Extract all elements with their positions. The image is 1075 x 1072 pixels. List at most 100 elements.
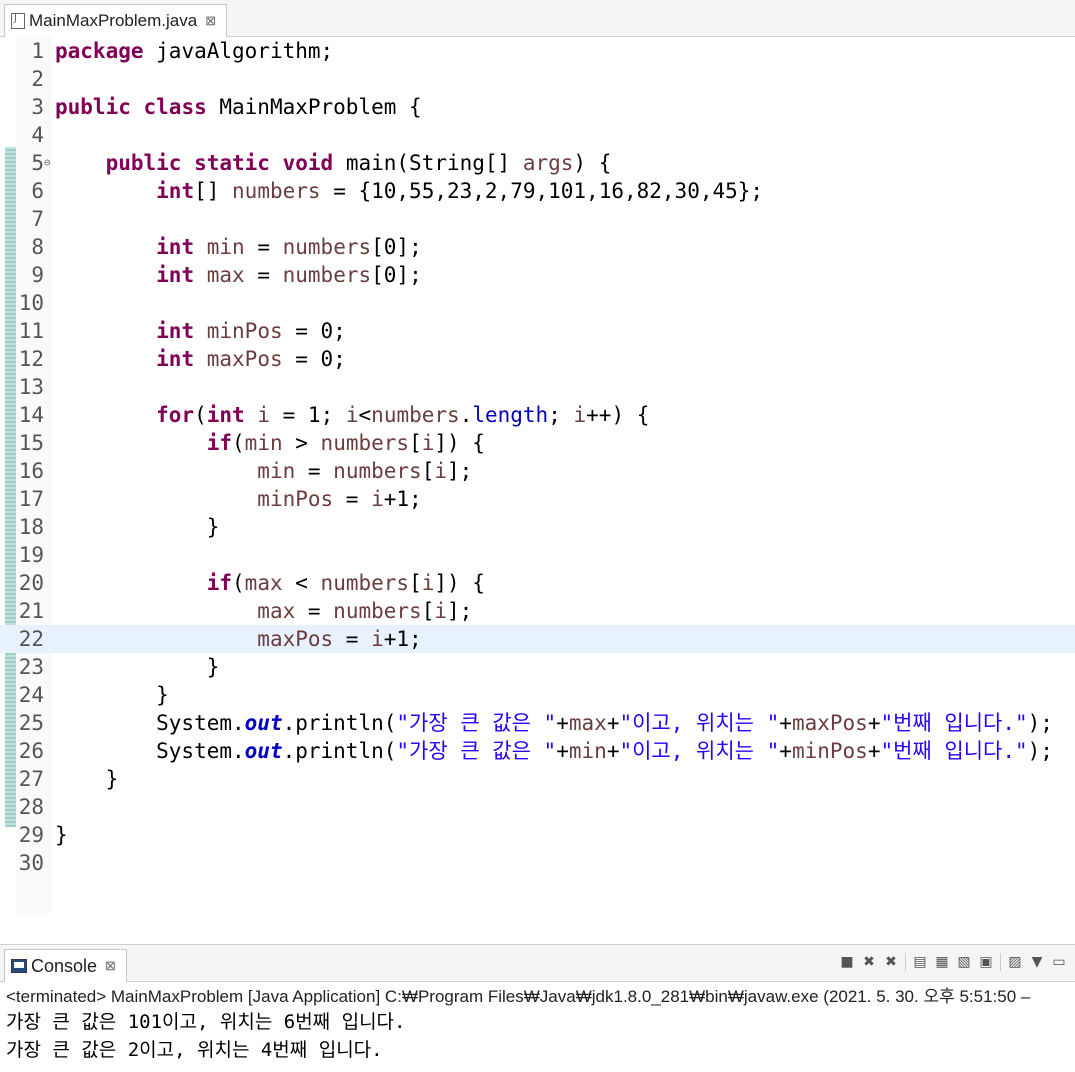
console-tab-title: Console xyxy=(31,955,98,976)
line-number: 1 xyxy=(31,39,44,63)
code-line[interactable]: 29} xyxy=(0,821,1075,849)
console-output-line: 가장 큰 값은 101이고, 위치는 6번째 입니다. xyxy=(6,1011,406,1033)
line-number: 26 xyxy=(18,739,44,763)
code-line[interactable]: 20 if(max < numbers[i]) { xyxy=(0,569,1075,597)
toolbar-separator xyxy=(905,953,906,971)
code-line[interactable]: 6 int[] numbers = {10,55,23,2,79,101,16,… xyxy=(0,177,1075,205)
code-text: maxPos = i+1; xyxy=(257,627,422,651)
line-number: 27 xyxy=(18,767,44,791)
code-line[interactable]: 25 System.out.println("가장 큰 값은 "+max+"이고… xyxy=(0,709,1075,737)
line-number: 29 xyxy=(18,823,44,847)
code-text: } xyxy=(55,767,119,791)
console-tab[interactable]: Console ⊠ xyxy=(4,949,127,982)
pin-icon[interactable]: ▧ xyxy=(956,954,972,970)
console-tab-bar: Console ⊠ ■ ✖ ✖ ▤ ▦ ▧ ▣ ▨ ▼ ▭ xyxy=(0,944,1075,982)
editor-tab[interactable]: MainMaxProblem.java ⊠ xyxy=(4,4,228,37)
code-line[interactable]: 7 xyxy=(0,205,1075,233)
code-line[interactable]: 24 } xyxy=(0,681,1075,709)
toolbar-separator xyxy=(1000,953,1001,971)
open-console-icon[interactable]: ▨ xyxy=(1007,954,1023,970)
code-text: public class MainMaxProblem { xyxy=(55,95,422,119)
line-number: 10 xyxy=(18,291,44,315)
line-number: 18 xyxy=(18,515,44,539)
code-text: if(max < numbers[i]) { xyxy=(206,571,485,595)
line-number: 23 xyxy=(18,655,44,679)
code-line[interactable]: 9 int max = numbers[0]; xyxy=(0,261,1075,289)
code-line[interactable]: 8 int min = numbers[0]; xyxy=(0,233,1075,261)
code-text: } xyxy=(55,655,220,679)
line-number: 22 xyxy=(18,627,44,651)
code-text: if(min > numbers[i]) { xyxy=(206,431,485,455)
line-number: 16 xyxy=(18,459,44,483)
code-line[interactable]: 4 xyxy=(0,121,1075,149)
code-text: public static void main(String[] args) { xyxy=(105,151,612,175)
fold-collapse-icon[interactable]: ⊖ xyxy=(44,149,51,177)
code-editor[interactable]: 1 package javaAlgorithm; 2 3 public class Ma… xyxy=(0,37,1075,977)
code-line[interactable]: 22 maxPos = i+1; xyxy=(0,625,1075,653)
line-number: 12 xyxy=(18,347,44,371)
stop-icon[interactable]: ■ xyxy=(839,954,855,970)
view-menu-icon[interactable]: ▼ xyxy=(1029,954,1045,970)
line-number: 5 xyxy=(31,151,44,175)
console-output-line: 가장 큰 값은 2이고, 위치는 4번째 입니다. xyxy=(6,1039,383,1061)
code-text: int maxPos = 0; xyxy=(156,347,346,371)
code-line[interactable]: 16 min = numbers[i]; xyxy=(0,457,1075,485)
display-selected-icon[interactable]: ▣ xyxy=(978,954,994,970)
editor-tab-title: MainMaxProblem.java xyxy=(29,11,198,30)
code-line[interactable]: 13 xyxy=(0,373,1075,401)
code-line[interactable]: 14 for(int i = 1; i<numbers.length; i++)… xyxy=(0,401,1075,429)
word-wrap-icon[interactable]: ▦ xyxy=(934,954,950,970)
console-icon xyxy=(11,959,27,973)
line-number: 25 xyxy=(18,711,44,735)
code-text: } xyxy=(55,515,220,539)
code-text: int min = numbers[0]; xyxy=(156,235,422,259)
line-number: 17 xyxy=(18,487,44,511)
code-line[interactable]: 1 package javaAlgorithm; xyxy=(0,37,1075,65)
line-number: 20 xyxy=(18,571,44,595)
close-icon[interactable]: ⊠ xyxy=(205,13,216,29)
line-number: 9 xyxy=(31,263,44,287)
line-number: 19 xyxy=(18,543,44,567)
line-number: 2 xyxy=(31,67,44,91)
java-file-icon xyxy=(11,13,25,29)
line-number: 4 xyxy=(31,123,44,147)
minimize-icon[interactable]: ▭ xyxy=(1051,954,1067,970)
line-number: 6 xyxy=(31,179,44,203)
code-line[interactable]: 11 int minPos = 0; xyxy=(0,317,1075,345)
code-text: package javaAlgorithm; xyxy=(55,39,334,63)
remove-launch-icon[interactable]: ✖ xyxy=(861,954,877,970)
code-line[interactable]: 23 } xyxy=(0,653,1075,681)
code-line[interactable]: 18 } xyxy=(0,513,1075,541)
code-line[interactable]: 5 ⊖ public static void main(String[] args… xyxy=(0,149,1075,177)
code-text: System.out.println("가장 큰 값은 "+max+"이고, 위… xyxy=(55,711,1053,735)
code-line[interactable]: 12 int maxPos = 0; xyxy=(0,345,1075,373)
line-number: 11 xyxy=(18,319,44,343)
remove-all-icon[interactable]: ✖ xyxy=(883,954,899,970)
code-line[interactable]: 2 xyxy=(0,65,1075,93)
code-line[interactable]: 21 max = numbers[i]; xyxy=(0,597,1075,625)
line-number: 28 xyxy=(18,795,44,819)
code-text: for(int i = 1; i<numbers.length; i++) { xyxy=(156,403,650,427)
line-number: 14 xyxy=(18,403,44,427)
code-line[interactable]: 26 System.out.println("가장 큰 값은 "+min+"이고… xyxy=(0,737,1075,765)
code-line[interactable]: 15 if(min > numbers[i]) { xyxy=(0,429,1075,457)
close-icon[interactable]: ⊠ xyxy=(105,958,116,974)
scroll-lock-icon[interactable]: ▤ xyxy=(912,954,928,970)
code-text: int max = numbers[0]; xyxy=(156,263,422,287)
code-line[interactable]: 17 minPos = i+1; xyxy=(0,485,1075,513)
line-number: 13 xyxy=(18,375,44,399)
code-line[interactable]: 3 public class MainMaxProblem { xyxy=(0,93,1075,121)
code-line[interactable]: 28 xyxy=(0,793,1075,821)
code-text: max = numbers[i]; xyxy=(257,599,473,623)
console-status-line: <terminated> MainMaxProblem [Java Applic… xyxy=(6,987,1031,1006)
line-number: 21 xyxy=(18,599,44,623)
line-number: 3 xyxy=(31,95,44,119)
code-text: System.out.println("가장 큰 값은 "+min+"이고, 위… xyxy=(55,739,1053,763)
code-text: } xyxy=(55,823,68,847)
code-line[interactable]: 27 } xyxy=(0,765,1075,793)
code-line[interactable]: 19 xyxy=(0,541,1075,569)
console-toolbar: ■ ✖ ✖ ▤ ▦ ▧ ▣ ▨ ▼ ▭ xyxy=(839,953,1067,971)
code-line[interactable]: 30 xyxy=(0,849,1075,877)
code-line[interactable]: 10 xyxy=(0,289,1075,317)
line-number: 30 xyxy=(18,851,44,875)
